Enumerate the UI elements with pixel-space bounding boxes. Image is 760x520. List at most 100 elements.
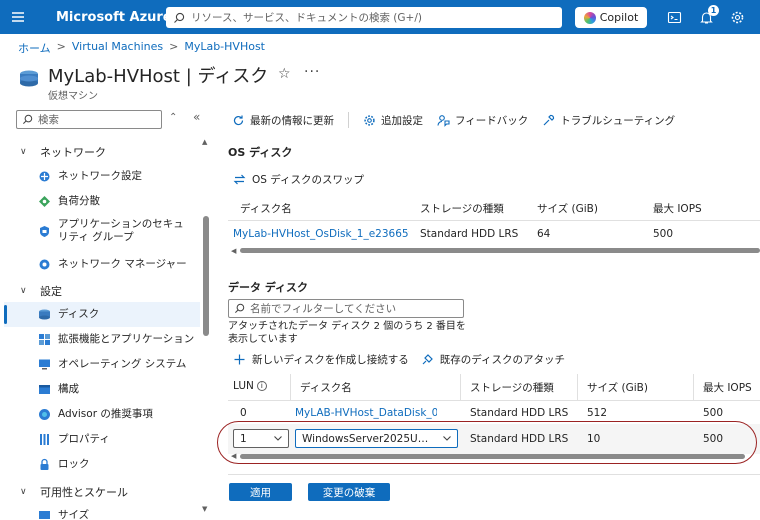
load-balancing-icon bbox=[38, 195, 51, 208]
wrench-icon bbox=[543, 114, 555, 125]
os-col-disk-name[interactable]: ディスク名 bbox=[240, 201, 292, 216]
sidebar-group-network[interactable]: ∨ ネットワーク bbox=[20, 144, 106, 160]
breadcrumb-separator: > bbox=[169, 40, 179, 53]
settings-gear-icon[interactable] bbox=[728, 8, 746, 26]
data-col-size[interactable]: サイズ (GiB) bbox=[587, 380, 648, 395]
notification-badge: 1 bbox=[708, 5, 719, 16]
sidebar-item-network-settings[interactable]: ネットワーク設定 bbox=[4, 165, 200, 189]
sidebar-item-configuration[interactable]: 構成 bbox=[4, 378, 200, 402]
feedback-label: フィードバック bbox=[455, 114, 529, 127]
favorite-star-icon[interactable]: ☆ bbox=[278, 66, 291, 82]
sidebar-item-app-security-group[interactable]: アプリケーションのセキュリティ グループ bbox=[4, 216, 200, 246]
page-title: MyLab-HVHost | ディスク bbox=[48, 66, 269, 87]
sidebar-item-disks[interactable]: ディスク bbox=[4, 302, 200, 327]
chevron-down-icon: ∨ bbox=[20, 487, 27, 497]
gear-icon bbox=[364, 114, 375, 126]
copilot-button[interactable]: Copilot bbox=[575, 7, 647, 28]
column-divider bbox=[693, 374, 694, 400]
breadcrumb-home[interactable]: ホーム bbox=[18, 40, 51, 56]
os-table-header-divider bbox=[228, 220, 760, 221]
data-col-lun-label: LUN bbox=[233, 380, 254, 392]
top-bar: Microsoft Azure リソース、サービス、ドキュメントの検索 (G+/… bbox=[0, 0, 760, 34]
sidebar-scrollbar[interactable] bbox=[203, 216, 209, 336]
additional-settings-label: 追加設定 bbox=[381, 114, 423, 127]
data-disk-actions: 新しいディスクを作成し接続する 既存のディスクのアタッチ bbox=[233, 352, 577, 367]
sidebar-item-network-manager[interactable]: ネットワーク マネージャー bbox=[4, 253, 200, 277]
apply-button[interactable]: 適用 bbox=[229, 483, 292, 501]
swap-os-disk-button[interactable]: OS ディスクのスワップ bbox=[233, 172, 364, 187]
page-subtitle: 仮想マシン bbox=[48, 91, 98, 102]
info-icon[interactable]: i bbox=[256, 381, 267, 391]
sidebar-item-operating-system[interactable]: オペレーティング システム bbox=[4, 353, 200, 377]
data-col-lun[interactable]: LUN i bbox=[233, 380, 267, 392]
highlight-annotation bbox=[217, 421, 757, 464]
os-disk-storage-type: Standard HDD LRS bbox=[420, 228, 519, 240]
column-divider bbox=[290, 374, 291, 400]
sidebar-item-properties[interactable]: プロパティ bbox=[4, 428, 200, 452]
sidebar-item-extensions[interactable]: 拡張機能とアプリケーション bbox=[4, 328, 200, 352]
notifications-icon[interactable]: 1 bbox=[697, 5, 719, 26]
breadcrumb-virtual-machines[interactable]: Virtual Machines bbox=[72, 40, 163, 56]
os-disk-name-link[interactable]: MyLab-HVHost_OsDisk_1_e23665f bbox=[233, 228, 409, 240]
os-disk-section-title: OS ディスク bbox=[228, 146, 293, 159]
extensions-icon bbox=[38, 333, 51, 346]
refresh-button[interactable]: 最新の情報に更新 bbox=[232, 113, 334, 128]
os-col-storage-type[interactable]: ストレージの種類 bbox=[420, 201, 504, 216]
os-disk-max-iops: 500 bbox=[653, 228, 674, 240]
sidebar-item-label: ロック bbox=[58, 458, 90, 470]
global-search-input[interactable]: リソース、サービス、ドキュメントの検索 (G+/) bbox=[166, 7, 562, 28]
search-icon bbox=[235, 303, 245, 313]
copilot-label: Copilot bbox=[599, 11, 639, 24]
feedback-icon bbox=[437, 114, 450, 127]
menu-icon[interactable] bbox=[0, 0, 36, 34]
data-disk-count-text: アタッチされたデータ ディスク 2 個のうち 2 番目を表示しています bbox=[228, 321, 466, 345]
advisor-icon bbox=[38, 408, 51, 421]
breadcrumb-vm[interactable]: MyLab-HVHost bbox=[184, 40, 265, 56]
create-attach-disk-button[interactable]: 新しいディスクを作成し接続する bbox=[233, 352, 409, 367]
attach-existing-label: 既存のディスクのアタッチ bbox=[439, 354, 566, 366]
sidebar-item-load-balancing[interactable]: 負荷分散 bbox=[4, 190, 200, 214]
additional-settings-button[interactable]: 追加設定 bbox=[363, 113, 423, 128]
command-divider bbox=[348, 112, 349, 128]
search-icon bbox=[23, 114, 33, 124]
lock-icon bbox=[38, 458, 51, 471]
command-bar: 最新の情報に更新 追加設定 フィードバック トラブルシューティング bbox=[232, 112, 689, 128]
network-settings-icon bbox=[38, 170, 51, 183]
data-disk-storage-type: Standard HDD LRS bbox=[470, 407, 569, 419]
create-attach-label: 新しいディスクを作成し接続する bbox=[252, 354, 409, 366]
data-disk-name-link[interactable]: MyLAB-HVHost_DataDisk_0 bbox=[295, 407, 437, 419]
data-col-max-iops[interactable]: 最大 IOPS bbox=[703, 380, 752, 395]
troubleshoot-button[interactable]: トラブルシューティング bbox=[542, 113, 675, 128]
cloud-shell-icon[interactable] bbox=[665, 8, 683, 26]
os-col-size[interactable]: サイズ (GiB) bbox=[537, 201, 598, 216]
more-options-icon[interactable]: ··· bbox=[304, 64, 320, 80]
sidebar-item-advisor[interactable]: Advisor の推奨事項 bbox=[4, 403, 200, 427]
sidebar-search-input[interactable]: 検索 bbox=[16, 110, 162, 129]
column-divider bbox=[577, 374, 578, 400]
collapse-sidebar-icon[interactable]: « bbox=[193, 110, 200, 124]
os-col-max-iops[interactable]: 最大 IOPS bbox=[653, 201, 702, 216]
sidebar-scroll-up-icon[interactable]: ▲ bbox=[202, 138, 207, 146]
sidebar-item-size[interactable]: サイズ bbox=[4, 504, 200, 520]
data-col-disk-name[interactable]: ディスク名 bbox=[300, 380, 352, 395]
sidebar-group-label: 可用性とスケール bbox=[40, 486, 128, 499]
refresh-label: 最新の情報に更新 bbox=[250, 114, 334, 127]
sidebar-item-locks[interactable]: ロック bbox=[4, 453, 200, 477]
chevron-down-icon: ∨ bbox=[20, 147, 27, 157]
attach-existing-disk-button[interactable]: 既存のディスクのアタッチ bbox=[421, 352, 565, 367]
data-disk-lun: 0 bbox=[240, 407, 247, 419]
discard-changes-button[interactable]: 変更の破棄 bbox=[308, 483, 390, 501]
os-table-scroll-left-icon[interactable]: ◀ bbox=[231, 247, 236, 255]
sidebar-scroll-down-icon[interactable]: ▼ bbox=[202, 505, 207, 513]
sidebar-search-placeholder: 検索 bbox=[38, 114, 59, 126]
sidebar: ∨ ネットワーク ネットワーク設定 負荷分散 アプリケーションのセキュリティ グ… bbox=[0, 138, 200, 520]
data-col-storage-type[interactable]: ストレージの種類 bbox=[470, 380, 554, 395]
data-disk-filter-input[interactable]: 名前でフィルターしてください bbox=[228, 299, 464, 318]
sidebar-group-settings[interactable]: ∨ 設定 bbox=[20, 283, 62, 299]
properties-icon bbox=[38, 433, 51, 446]
feedback-button[interactable]: フィードバック bbox=[437, 113, 528, 128]
os-table-horizontal-scrollbar[interactable] bbox=[240, 248, 760, 253]
sidebar-group-availability[interactable]: ∨ 可用性とスケール bbox=[20, 484, 128, 500]
sort-toggle-icon[interactable]: ⌃ bbox=[169, 112, 177, 123]
data-disk-size: 512 bbox=[587, 407, 608, 419]
